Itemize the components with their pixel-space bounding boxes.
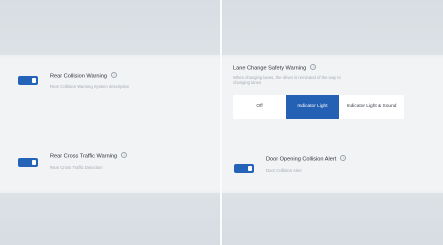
info-icon[interactable]: i bbox=[111, 72, 117, 78]
settings-screen: Rear Collision Warning i Rear Collision W… bbox=[0, 0, 443, 245]
door-opening-title: Door Opening Collision Alert i bbox=[266, 155, 347, 163]
lane-change-description: When changing lanes, the driver is remin… bbox=[233, 75, 341, 85]
rear-collision-toggle[interactable] bbox=[18, 76, 38, 85]
rear-cross-traffic-title-text: Rear Cross Traffic Warning bbox=[50, 153, 118, 160]
panel-divider bbox=[220, 0, 222, 245]
rear-cross-traffic-description: Rear Cross Traffic Detection bbox=[50, 165, 103, 170]
toggle-knob bbox=[32, 160, 36, 165]
lane-change-option-indicator-light[interactable]: Indicator Light bbox=[286, 95, 339, 119]
lane-change-description-line2: changing lanes bbox=[233, 80, 262, 85]
lane-change-option-off[interactable]: Off bbox=[233, 95, 286, 119]
rear-collision-title: Rear Collision Warning i bbox=[50, 72, 117, 80]
info-icon[interactable]: i bbox=[121, 152, 128, 158]
info-icon[interactable]: i bbox=[340, 155, 347, 161]
lane-change-title: Lane Change Safety Warning i bbox=[233, 64, 317, 72]
door-opening-description: Door Collision Alert bbox=[266, 168, 302, 173]
info-icon[interactable]: i bbox=[310, 64, 317, 70]
toggle-knob bbox=[32, 78, 36, 83]
rear-cross-traffic-toggle[interactable] bbox=[18, 158, 38, 167]
lane-change-title-text: Lane Change Safety Warning bbox=[233, 65, 307, 72]
rear-collision-title-text: Rear Collision Warning bbox=[50, 73, 107, 80]
rear-collision-description: Rear Collision Warning System descriptio… bbox=[50, 84, 130, 89]
lane-change-mode-selector: Off Indicator Light Indicator Light & So… bbox=[233, 95, 404, 119]
door-opening-title-text: Door Opening Collision Alert bbox=[266, 156, 337, 163]
door-opening-toggle[interactable] bbox=[234, 164, 254, 173]
toggle-knob bbox=[248, 166, 252, 171]
lane-change-option-indicator-light-sound[interactable]: Indicator Light & Sound bbox=[339, 95, 404, 119]
rear-cross-traffic-title: Rear Cross Traffic Warning i bbox=[50, 152, 128, 160]
